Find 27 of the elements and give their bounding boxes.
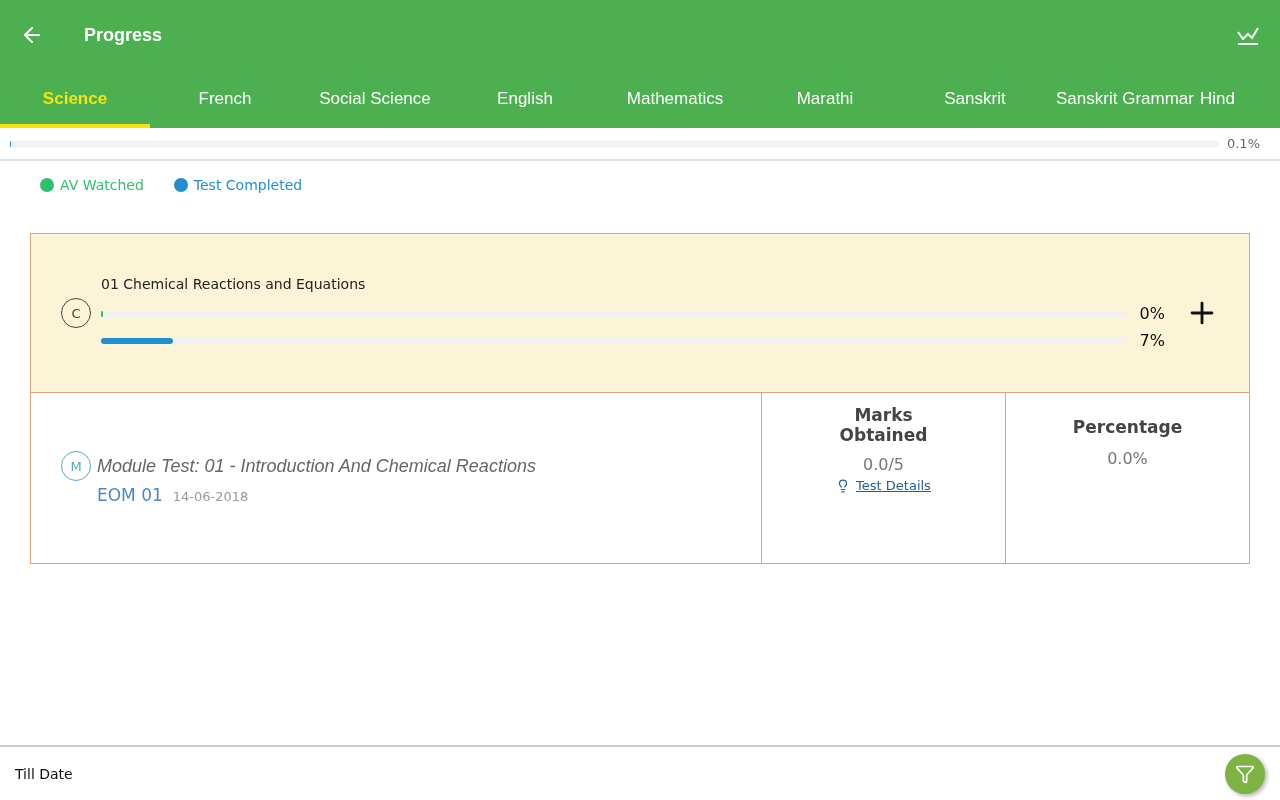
subject-tab[interactable]: Social Science bbox=[300, 70, 450, 128]
percentage-value: 0.0% bbox=[1107, 449, 1148, 468]
subject-tab[interactable]: Hind bbox=[1200, 70, 1269, 128]
marks-value: 0.0/5 bbox=[863, 455, 904, 474]
test-date: 14-06-2018 bbox=[172, 489, 249, 504]
test-details-link[interactable]: Test Details bbox=[856, 478, 931, 493]
filter-icon bbox=[1235, 763, 1255, 784]
till-date-label: Till Date bbox=[15, 765, 74, 782]
legend-label: Test Completed bbox=[193, 177, 303, 193]
overall-percentage: 0.1% bbox=[1226, 136, 1260, 151]
chapter-percentage: 7% bbox=[1138, 331, 1165, 350]
legend-label: AV Watched bbox=[60, 177, 144, 193]
filter-button[interactable] bbox=[1225, 753, 1265, 794]
subject-tab[interactable]: English bbox=[450, 70, 600, 128]
chapter-title: 01 Chemical Reactions and Equations bbox=[101, 276, 367, 292]
test-title: Module Test: 01 - Introduction And Chemical Reactions bbox=[97, 455, 536, 477]
column-header: Marks Obtained bbox=[838, 405, 929, 445]
subject-tab[interactable]: Science bbox=[0, 70, 150, 128]
subject-tab[interactable]: Marathi bbox=[750, 70, 900, 128]
chapter-percentage: 0% bbox=[1138, 304, 1165, 323]
subject-tab[interactable]: Sanskrit bbox=[900, 70, 1050, 128]
page-title: Progress bbox=[84, 24, 164, 46]
subject-tab[interactable]: Mathematics bbox=[600, 70, 750, 128]
subject-tab[interactable]: Sanskrit Grammar bbox=[1050, 70, 1200, 128]
subject-tab[interactable]: French bbox=[150, 70, 300, 128]
column-header: Percentage bbox=[1071, 417, 1184, 437]
test-code: EOM 01 bbox=[97, 485, 163, 505]
